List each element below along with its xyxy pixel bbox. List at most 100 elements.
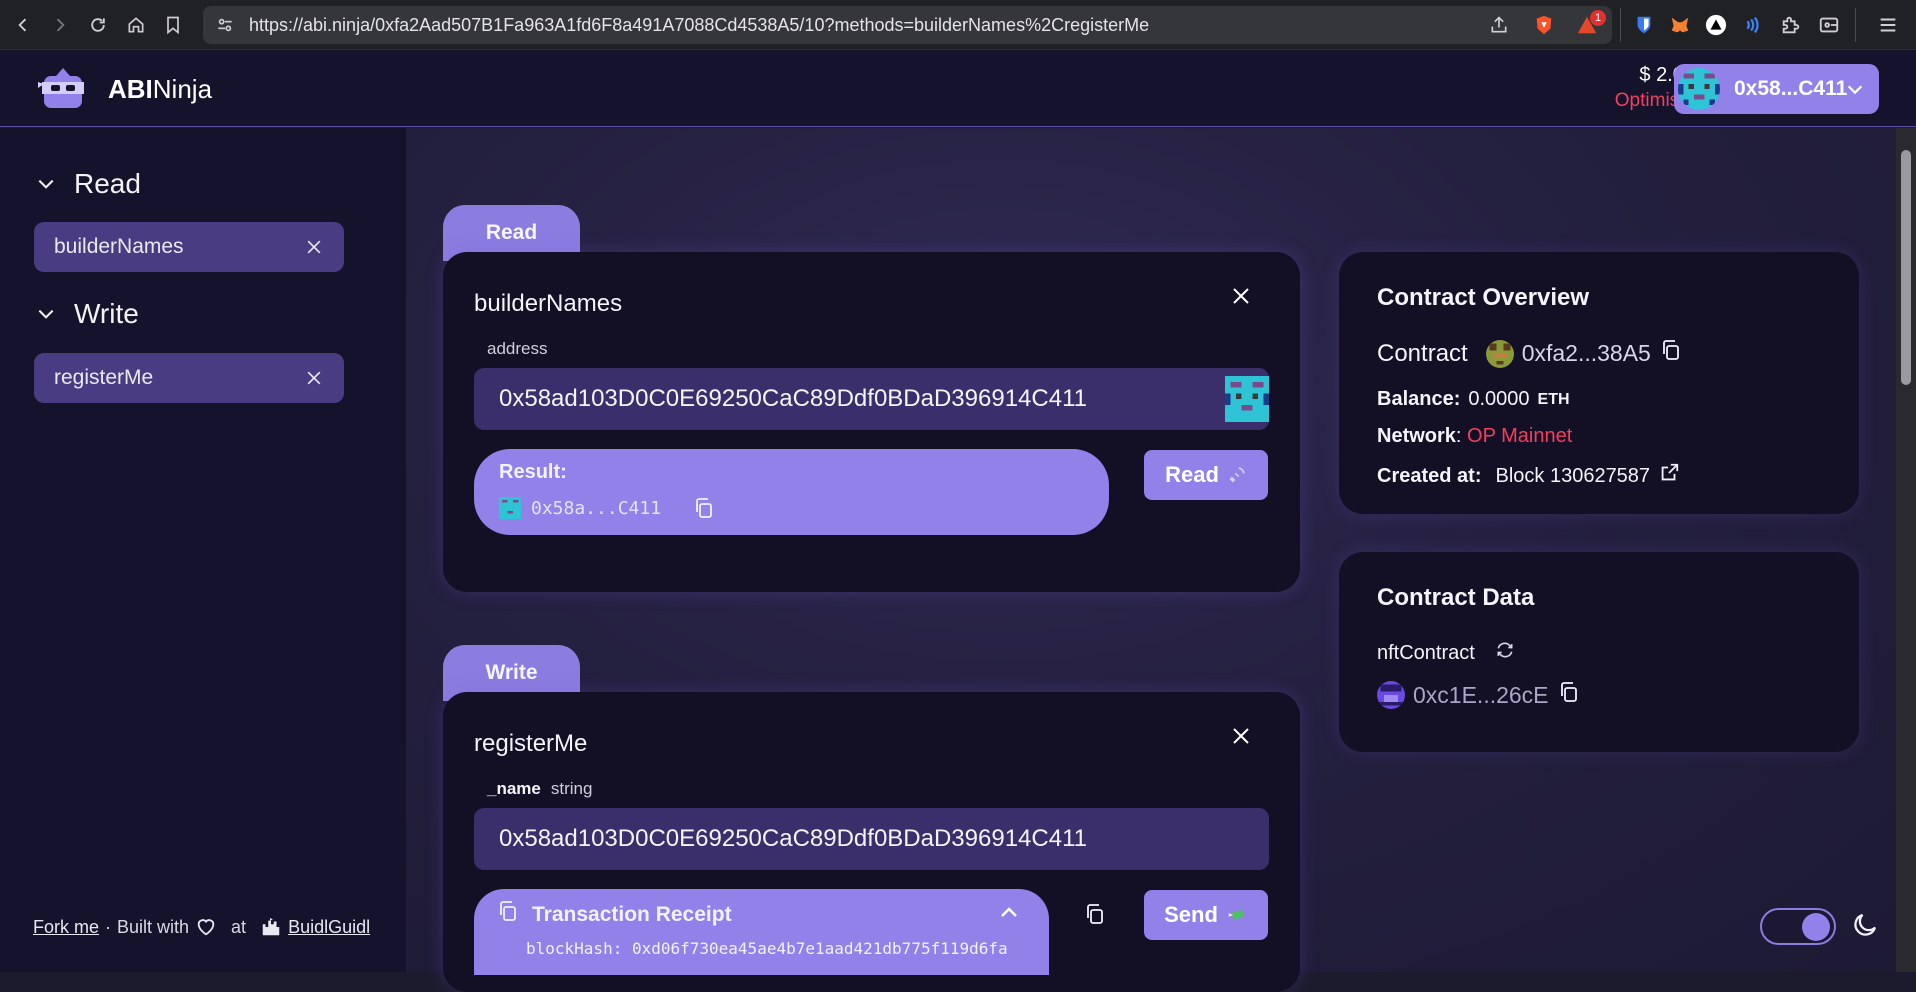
copy-icon[interactable] [1557,680,1581,710]
toolbar-divider [1855,8,1856,42]
balance-row: Balance: 0.0000 ETH [1377,388,1570,411]
fork-me-link[interactable]: Fork me [33,917,99,938]
sidebar-write-heading: Write [74,298,139,329]
param-label: _name string [487,779,592,799]
write-method-card: registerMe _name string 0x58ad103D0C0E692… [443,692,1300,992]
copy-icon[interactable] [496,899,520,928]
read-button[interactable]: Read [1144,450,1268,500]
toolbar-divider [1620,8,1621,42]
result-value: 0x58a...C411 [531,498,662,519]
variable-name: nftContract [1377,641,1475,664]
transaction-receipt[interactable]: Transaction Receipt blockHash: 0xd06f730… [474,889,1049,975]
browser-toolbar: https://abi.ninja/0xfa2Aad507B1Fa963A1fd… [0,0,1916,50]
footer-at: at [231,916,247,937]
theme-toggle[interactable] [1760,908,1836,945]
money-wings-icon [1228,910,1244,920]
toggle-knob [1802,913,1830,941]
contract-data-card: Contract Data nftContract 0xc1E...26cE [1339,552,1859,752]
read-method-card: builderNames address 0x58ad103D0C0E69250… [443,252,1300,592]
receipt-line: blockHash: 0xd06f730ea45ae4b7e1aad421db7… [526,939,1008,958]
sidebar-read-heading: Read [74,168,141,199]
balance-unit: ETH [1537,390,1570,408]
copy-icon[interactable] [1083,902,1107,931]
buidlguidl-link[interactable]: BuidlGuidl [288,917,370,938]
back-icon[interactable] [9,11,37,39]
variable-value: 0xc1E...26cE [1413,681,1549,708]
sidebar-item-builderNames[interactable]: builderNames [34,222,344,272]
close-icon[interactable] [1229,284,1253,308]
footer-built-with: Built with [117,916,190,937]
send-button[interactable]: Send [1144,890,1268,940]
external-link-icon[interactable] [1658,462,1680,490]
address-bar[interactable]: https://abi.ninja/0xfa2Aad507B1Fa963A1fd… [203,6,1612,44]
share-icon[interactable] [1485,11,1513,39]
sidebar-read-toggle[interactable]: Read [36,168,141,200]
contract-label: Contract [1377,339,1468,367]
url-text[interactable]: https://abi.ninja/0xfa2Aad507B1Fa963A1fd… [249,6,1149,44]
satellite-icon [1229,467,1245,483]
extension-wave-icon[interactable] [1740,13,1764,37]
sidebar-item-label: registerMe [54,366,154,389]
name-input-value[interactable]: 0x58ad103D0C0E69250CaC89Ddf0BDaD396914C4… [499,808,1087,870]
read-button-label: Read [1165,462,1219,487]
brand-name[interactable]: ABINinja [108,74,212,105]
ninja-logo-icon[interactable] [38,66,88,110]
heart-icon [197,919,215,936]
balance-label: Balance: [1377,388,1461,410]
contract-blockie-icon [1485,339,1514,368]
blockie-avatar-icon [499,497,521,519]
variable-row: nftContract [1377,640,1515,666]
chevron-down-icon [38,179,54,189]
variable-value-row: 0xc1E...26cE [1377,680,1581,710]
sidebar-item-registerMe[interactable]: registerMe [34,353,344,403]
network-value: OP Mainnet [1467,425,1573,447]
extensions-puzzle-icon[interactable] [1779,13,1803,37]
notification-badge: 1 [1590,10,1606,26]
extension-triangle-icon[interactable] [1704,13,1728,37]
close-icon[interactable] [304,237,324,257]
scrollbar-thumb[interactable] [1901,150,1911,385]
sidebar-write-toggle[interactable]: Write [36,298,139,330]
refresh-icon[interactable] [1495,640,1515,666]
forward-icon[interactable] [46,11,74,39]
menu-icon[interactable] [1876,13,1900,37]
reload-icon[interactable] [84,11,112,39]
param-label: address [487,339,548,358]
balance-value: 0.0000 [1468,388,1530,410]
network-row: Network: OP Mainnet [1377,425,1573,447]
account-button[interactable]: 0x58...C411 [1674,64,1879,114]
contract-data-title: Contract Data [1377,584,1535,611]
footer-separator: · [105,916,112,937]
contract-row: Contract 0xfa2...38A5 [1377,338,1683,369]
created-label: Created at: [1377,464,1482,487]
receipt-label: Transaction Receipt [532,903,732,926]
param-type: string [550,779,593,798]
method-name: registerMe [474,730,588,757]
contract-blockie-icon [1377,681,1405,709]
copy-icon[interactable] [692,496,716,525]
metamask-icon[interactable] [1668,13,1692,37]
network-label: Network [1377,425,1456,447]
wallet-icon[interactable] [1817,13,1841,37]
close-icon[interactable] [304,368,324,388]
bookmark-icon[interactable] [159,11,187,39]
castle-icon [262,917,280,936]
copy-icon[interactable] [1659,338,1683,369]
contract-overview-card: Contract Overview Contract 0xfa2...38A5 … [1339,252,1859,514]
close-icon[interactable] [1229,724,1253,748]
result-label: Result: [499,461,567,483]
address-input-value[interactable]: 0x58ad103D0C0E69250CaC89Ddf0BDaD396914C4… [499,368,1087,430]
brave-shield-icon[interactable] [1532,13,1556,37]
account-avatar [1678,68,1720,110]
param-name: _name [487,779,541,798]
bitwarden-icon[interactable] [1632,13,1656,37]
address-input[interactable]: 0x58ad103D0C0E69250CaC89Ddf0BDaD396914C4… [474,368,1269,430]
send-button-label: Send [1164,902,1218,927]
chevron-up-icon[interactable] [997,901,1021,925]
name-input[interactable]: 0x58ad103D0C0E69250CaC89Ddf0BDaD396914C4… [474,808,1269,870]
home-icon[interactable] [122,11,150,39]
created-row: Created at: Block 130627587 [1377,462,1680,490]
account-address: 0x58...C411 [1734,77,1848,100]
site-settings-icon[interactable] [211,11,239,39]
sidebar-item-label: builderNames [54,235,184,258]
